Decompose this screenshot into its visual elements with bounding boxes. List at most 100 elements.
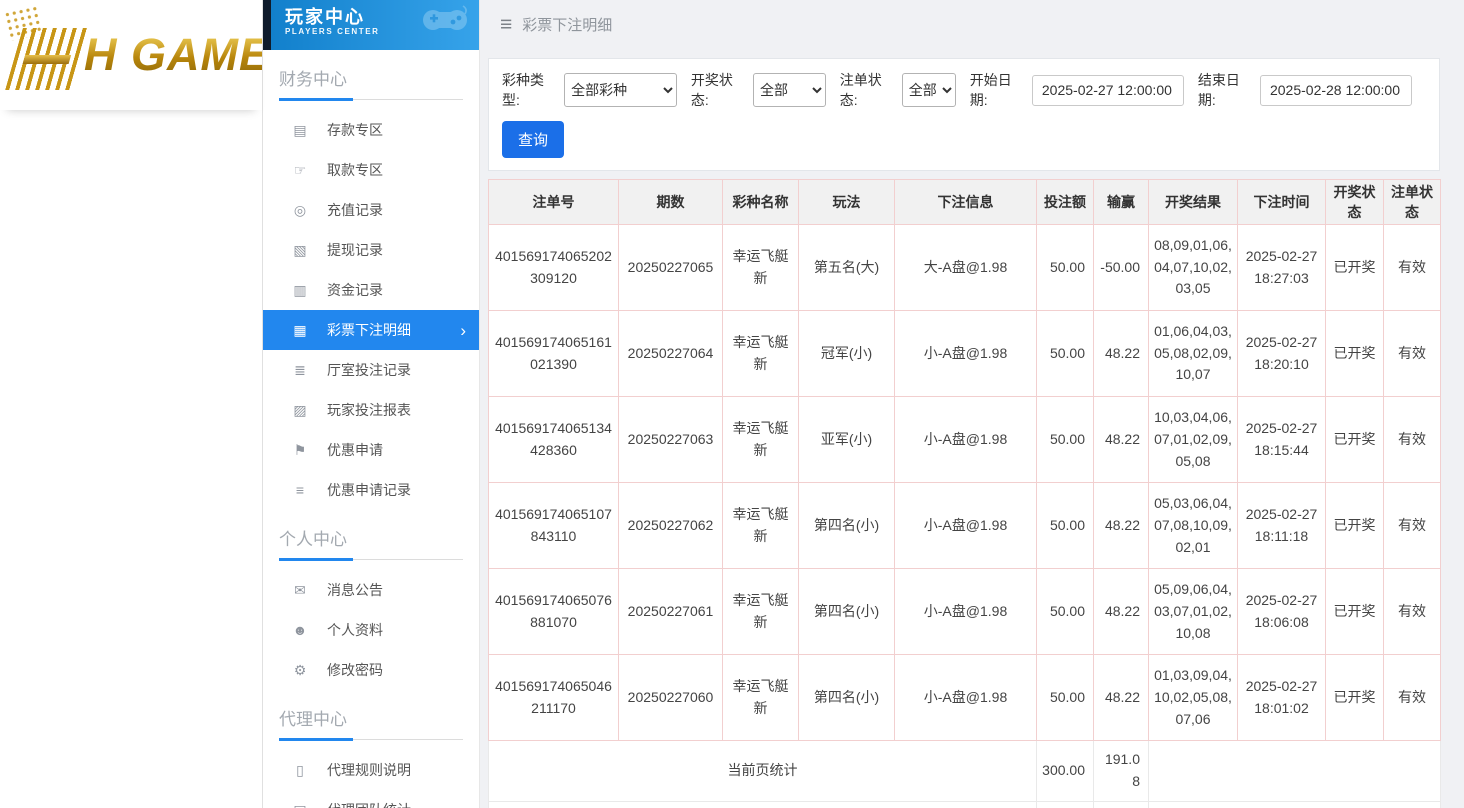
sidebar-item-label: 个人资料 xyxy=(327,620,383,640)
sidebar-item-label: 消息公告 xyxy=(327,580,383,600)
cell-bet-info: 大-A盘@1.98 xyxy=(895,225,1037,311)
cell-order-status: 有效 xyxy=(1384,569,1441,655)
cell-lottery-name: 幸运飞艇新 xyxy=(723,311,799,397)
topbar: ≡ 彩票下注明细 xyxy=(488,0,1440,48)
main-content: ≡ 彩票下注明细 彩种类型: 全部彩种 开奖状态: 全部 注单状态: 全部 开始… xyxy=(480,0,1464,808)
cell-bet-time: 2025-02-27 18:06:08 xyxy=(1238,569,1326,655)
profile-icon: ☻ xyxy=(291,622,309,638)
cell-bet-info: 小-A盘@1.98 xyxy=(895,311,1037,397)
cell-win-loss: 48.22 xyxy=(1094,569,1149,655)
sidebar-item-withdraw[interactable]: ☞取款专区 xyxy=(263,150,479,190)
sidebar-item-label: 优惠申请记录 xyxy=(327,480,411,500)
end-date-input[interactable] xyxy=(1260,75,1412,106)
cell-bet-amount: 50.00 xyxy=(1037,397,1094,483)
column-header-win-loss: 输赢 xyxy=(1094,180,1149,225)
column-header-lottery-name: 彩种名称 xyxy=(723,180,799,225)
summary-win-loss: 191.08 xyxy=(1094,801,1149,808)
column-header-bet-amount: 投注额 xyxy=(1037,180,1094,225)
cell-draw-result: 01,03,09,04,10,02,05,08,07,06 xyxy=(1149,655,1238,741)
logo: H GAME xyxy=(0,0,262,110)
cell-bet-time: 2025-02-27 18:15:44 xyxy=(1238,397,1326,483)
column-header-draw-status: 开奖状态 xyxy=(1326,180,1384,225)
cell-draw-status: 已开奖 xyxy=(1326,311,1384,397)
table-row: 40156917406507688107020250227061幸运飞艇新第四名… xyxy=(489,569,1441,655)
sidebar-item-hall-bet-record[interactable]: ≣厅室投注记录 xyxy=(263,350,479,390)
sidebar-item-promo-apply-record[interactable]: ≡优惠申请记录 xyxy=(263,470,479,510)
cell-bet-info: 小-A盘@1.98 xyxy=(895,569,1037,655)
cell-order-status: 有效 xyxy=(1384,311,1441,397)
column-header-order-no: 注单号 xyxy=(489,180,619,225)
hamburger-menu-icon[interactable]: ≡ xyxy=(500,14,512,35)
cell-win-loss: 48.22 xyxy=(1094,483,1149,569)
sidebar-item-label: 取款专区 xyxy=(327,160,383,180)
cell-order-no: 401569174065107843110 xyxy=(489,483,619,569)
bet-table: 注单号期数彩种名称玩法下注信息投注额输赢开奖结果下注时间开奖状态注单状态 401… xyxy=(488,179,1441,808)
cell-bet-time: 2025-02-27 18:11:18 xyxy=(1238,483,1326,569)
sidebar-section-title: 个人中心 xyxy=(263,510,479,560)
cell-bet-time: 2025-02-27 18:20:10 xyxy=(1238,311,1326,397)
draw-status-select[interactable]: 全部 xyxy=(753,73,826,107)
order-status-label: 注单状态: xyxy=(840,70,897,110)
cell-bet-amount: 50.00 xyxy=(1037,483,1094,569)
cell-play: 亚军(小) xyxy=(799,397,895,483)
sidebar-section-title: 代理中心 xyxy=(263,690,479,740)
cell-order-status: 有效 xyxy=(1384,483,1441,569)
sidebar-item-lottery-bet-detail[interactable]: ▦彩票下注明细› xyxy=(263,310,479,350)
cell-order-no: 401569174065076881070 xyxy=(489,569,619,655)
cell-period: 20250227064 xyxy=(619,311,723,397)
cell-draw-status: 已开奖 xyxy=(1326,483,1384,569)
summary-empty xyxy=(1149,741,1441,801)
sidebar-item-promo-apply[interactable]: ⚑优惠申请 xyxy=(263,430,479,470)
summary-label: 当前页统计 xyxy=(489,741,1037,801)
lottery-type-select[interactable]: 全部彩种 xyxy=(564,73,677,107)
table-row: 40156917406516102139020250227064幸运飞艇新冠军(… xyxy=(489,311,1441,397)
column-header-period: 期数 xyxy=(619,180,723,225)
summary-label: 总统计 xyxy=(489,801,1037,808)
sidebar-item-recharge-record[interactable]: ◎充值记录 xyxy=(263,190,479,230)
cell-order-status: 有效 xyxy=(1384,225,1441,311)
sidebar-item-announcement[interactable]: ✉消息公告 xyxy=(263,570,479,610)
cell-lottery-name: 幸运飞艇新 xyxy=(723,655,799,741)
table-row: 40156917406513442836020250227063幸运飞艇新亚军(… xyxy=(489,397,1441,483)
draw-status-label: 开奖状态: xyxy=(691,70,748,110)
sidebar-item-label: 修改密码 xyxy=(327,660,383,680)
player-bet-report-icon: ▨ xyxy=(291,402,309,419)
sidebar-item-agent-team-stats[interactable]: ▣代理团队统计 xyxy=(263,790,479,808)
cell-order-no: 401569174065161021390 xyxy=(489,311,619,397)
gamepad-icon xyxy=(419,4,471,44)
sidebar-item-funds-record[interactable]: ▥资金记录 xyxy=(263,270,479,310)
cell-order-status: 有效 xyxy=(1384,655,1441,741)
funds-record-icon: ▥ xyxy=(291,282,309,299)
table-row: 40156917406520230912020250227065幸运飞艇新第五名… xyxy=(489,225,1441,311)
summary-bet-amount: 300.00 xyxy=(1037,741,1094,801)
start-date-input[interactable] xyxy=(1032,75,1184,106)
cell-bet-amount: 50.00 xyxy=(1037,569,1094,655)
cell-lottery-name: 幸运飞艇新 xyxy=(723,225,799,311)
sidebar-item-profile[interactable]: ☻ 个人资料 xyxy=(263,610,479,650)
order-status-select[interactable]: 全部 xyxy=(902,73,956,107)
table-row: 40156917406510784311020250227062幸运飞艇新第四名… xyxy=(489,483,1441,569)
sidebar-item-label: 优惠申请 xyxy=(327,440,383,460)
column-header-play: 玩法 xyxy=(799,180,895,225)
column-header-bet-info: 下注信息 xyxy=(895,180,1037,225)
sidebar-item-player-bet-report[interactable]: ▨玩家投注报表 xyxy=(263,390,479,430)
sidebar-nav: 财务中心▤存款专区☞取款专区◎充值记录▧提现记录▥资金记录▦彩票下注明细›≣厅室… xyxy=(263,50,479,808)
search-button[interactable]: 查询 xyxy=(502,121,564,158)
sidebar-item-agent-rules[interactable]: ▯代理规则说明 xyxy=(263,750,479,790)
cell-bet-info: 小-A盘@1.98 xyxy=(895,655,1037,741)
cell-play: 第五名(大) xyxy=(799,225,895,311)
table-body: 40156917406520230912020250227065幸运飞艇新第五名… xyxy=(489,225,1441,808)
cell-order-no: 401569174065202309120 xyxy=(489,225,619,311)
column-header-draw-result: 开奖结果 xyxy=(1149,180,1238,225)
sidebar-item-change-password[interactable]: ⚙ 修改密码 xyxy=(263,650,479,690)
cell-draw-result: 08,09,01,06,04,07,10,02,03,05 xyxy=(1149,225,1238,311)
summary-empty xyxy=(1149,801,1441,808)
cell-draw-result: 10,03,04,06,07,01,02,09,05,08 xyxy=(1149,397,1238,483)
change-password-icon: ⚙ xyxy=(291,662,309,679)
page-title: 彩票下注明细 xyxy=(522,14,612,35)
cell-draw-status: 已开奖 xyxy=(1326,397,1384,483)
lottery-type-label: 彩种类型: xyxy=(502,70,559,110)
cell-lottery-name: 幸运飞艇新 xyxy=(723,483,799,569)
sidebar-item-withdrawal-record[interactable]: ▧提现记录 xyxy=(263,230,479,270)
sidebar-item-deposit[interactable]: ▤存款专区 xyxy=(263,110,479,150)
